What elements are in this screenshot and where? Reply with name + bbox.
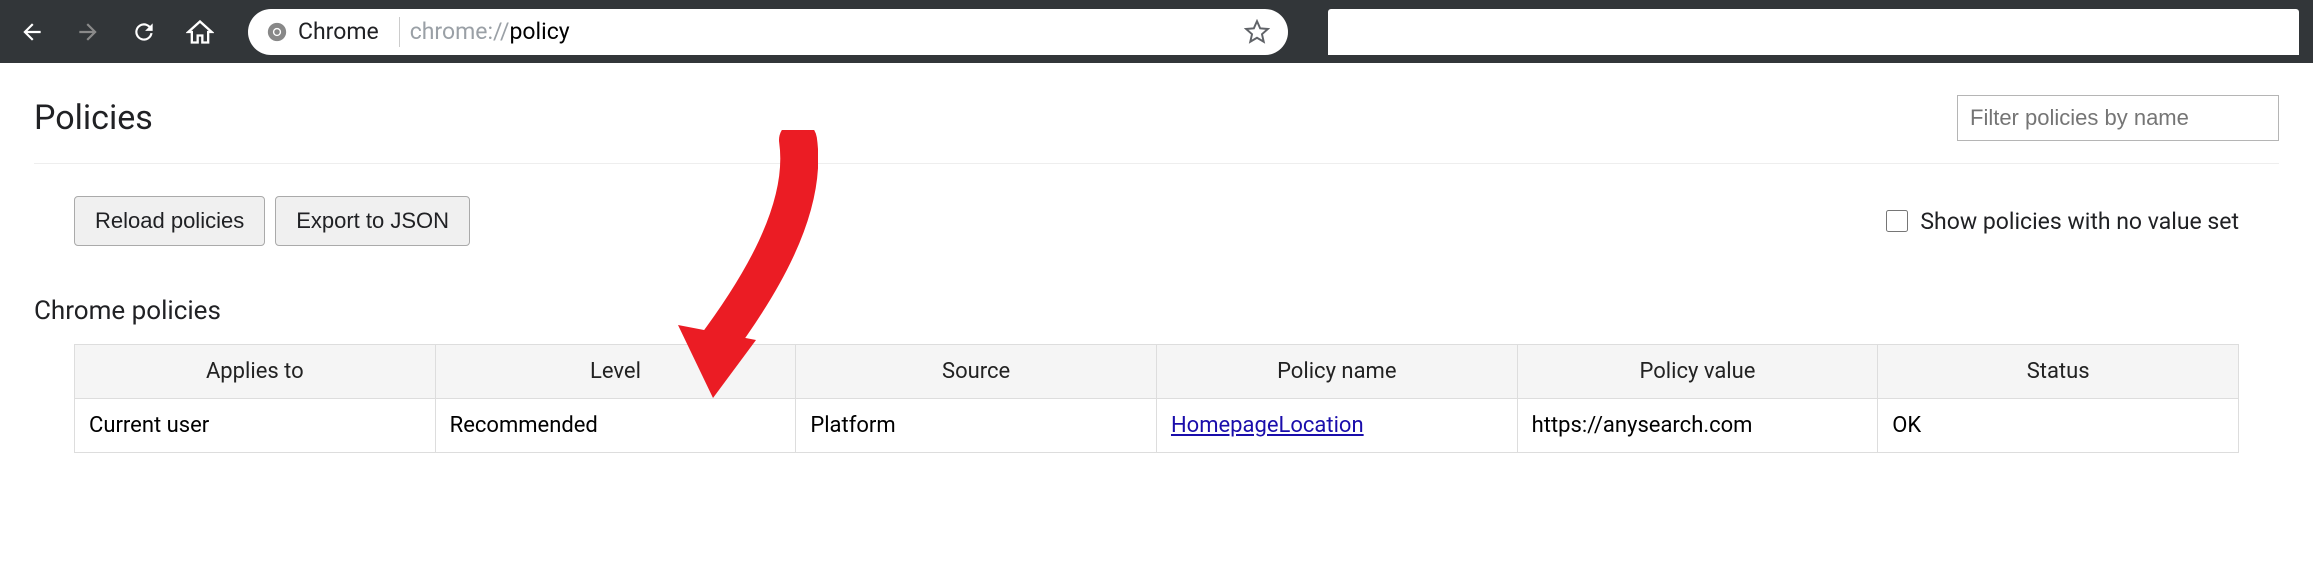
show-no-value-checkbox[interactable] — [1886, 210, 1908, 232]
back-button[interactable] — [14, 14, 50, 50]
reload-button[interactable] — [126, 14, 162, 50]
omnibox-url: chrome://policy — [410, 18, 570, 45]
nav-buttons — [14, 14, 218, 50]
td-status: OK — [1878, 399, 2239, 453]
filter-policies-input[interactable] — [1957, 95, 2279, 141]
td-policy-value: https://anysearch.com — [1517, 399, 1878, 453]
td-applies-to: Current user — [75, 399, 436, 453]
th-level: Level — [435, 345, 796, 399]
policy-name-link[interactable]: HomepageLocation — [1171, 413, 1364, 438]
chrome-logo-icon — [266, 21, 288, 43]
page-content: Policies Reload policies Export to JSON … — [0, 63, 2313, 453]
action-buttons: Reload policies Export to JSON — [74, 196, 470, 246]
bookmark-star-icon[interactable] — [1244, 19, 1270, 45]
url-main-part: policy — [510, 18, 570, 45]
td-source: Platform — [796, 399, 1157, 453]
actions-row: Reload policies Export to JSON Show poli… — [34, 164, 2279, 246]
policy-table-wrap: Applies to Level Source Policy name Poli… — [34, 344, 2279, 453]
show-no-value-checkbox-row[interactable]: Show policies with no value set — [1886, 208, 2239, 235]
td-policy-name: HomepageLocation — [1156, 399, 1517, 453]
table-row: Current user Recommended Platform Homepa… — [75, 399, 2239, 453]
forward-button[interactable] — [70, 14, 106, 50]
page-title: Policies — [34, 98, 153, 138]
section-title: Chrome policies — [34, 246, 2279, 344]
table-header-row: Applies to Level Source Policy name Poli… — [75, 345, 2239, 399]
page-header: Policies — [34, 83, 2279, 164]
th-applies-to: Applies to — [75, 345, 436, 399]
th-policy-value: Policy value — [1517, 345, 1878, 399]
omnibox-scheme-label: Chrome — [298, 18, 379, 45]
url-faded-part: chrome:// — [410, 18, 510, 45]
toolbar-right-whitespace — [1328, 9, 2299, 55]
export-json-button[interactable]: Export to JSON — [275, 196, 470, 246]
show-no-value-label: Show policies with no value set — [1920, 208, 2239, 235]
policy-table: Applies to Level Source Policy name Poli… — [74, 344, 2239, 453]
home-button[interactable] — [182, 14, 218, 50]
th-policy-name: Policy name — [1156, 345, 1517, 399]
th-source: Source — [796, 345, 1157, 399]
th-status: Status — [1878, 345, 2239, 399]
omnibox[interactable]: Chrome chrome://policy — [248, 9, 1288, 55]
omnibox-separator — [399, 17, 400, 47]
td-level: Recommended — [435, 399, 796, 453]
browser-toolbar: Chrome chrome://policy — [0, 0, 2313, 63]
reload-policies-button[interactable]: Reload policies — [74, 196, 265, 246]
